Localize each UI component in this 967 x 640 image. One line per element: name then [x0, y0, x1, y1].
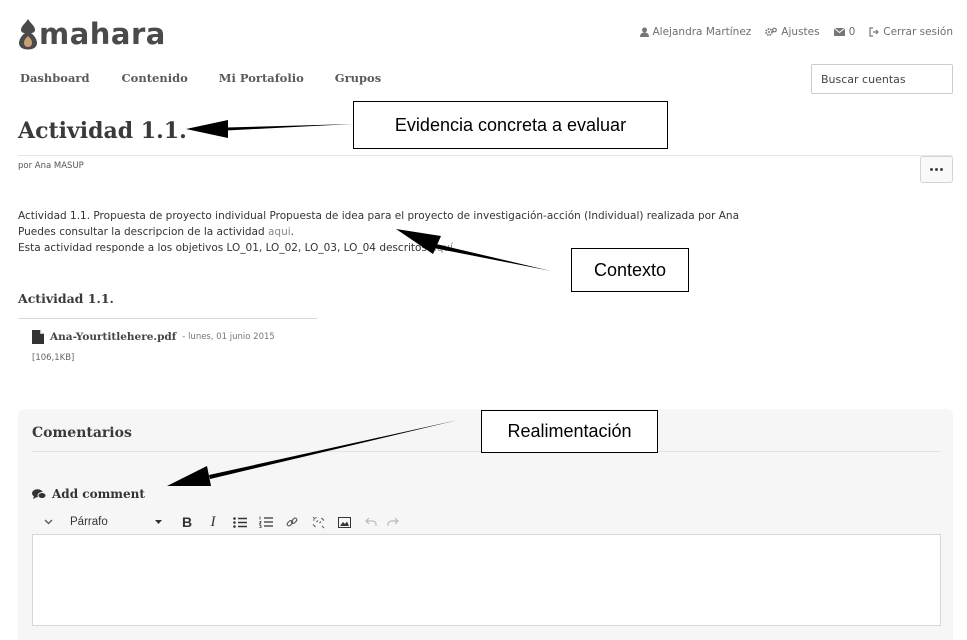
logo-text: mahara	[39, 17, 166, 51]
file-icon	[32, 330, 44, 344]
more-options-button[interactable]	[920, 156, 953, 183]
user-name: Alejandra Martínez	[652, 26, 752, 38]
numbered-list-icon	[259, 516, 273, 528]
inbox-count: 0	[848, 26, 856, 38]
annotation-context: Contexto	[571, 248, 689, 292]
file-name-link[interactable]: Ana-Yourtitlehere.pdf	[50, 331, 176, 343]
evidence-arrow	[186, 120, 353, 138]
annotation-feedback: Realimentación	[481, 410, 658, 453]
logout-link[interactable]: Cerrar sesión	[869, 26, 953, 38]
toolbar-toggle-button[interactable]	[42, 519, 54, 525]
byline-author[interactable]: Ana MASUP	[35, 161, 84, 171]
comment-editor-textarea[interactable]	[32, 534, 941, 626]
inbox-link[interactable]: 0	[833, 26, 856, 38]
chevron-down-icon	[44, 519, 52, 525]
undo-icon	[365, 517, 377, 526]
nav-mi-portafolio[interactable]: Mi Portafolio	[219, 71, 304, 85]
comments-title: Comentarios	[32, 425, 132, 441]
envelope-icon	[833, 28, 845, 36]
description-text: .	[452, 242, 457, 254]
user-menu: Alejandra Martínez Ajustes 0 Cerrar sesi…	[639, 26, 953, 38]
section-divider	[18, 318, 317, 319]
bullet-list-button[interactable]	[232, 516, 248, 528]
logo-drop-icon	[18, 18, 38, 50]
file-size: [106,1KB]	[32, 353, 75, 363]
activity-description-link[interactable]: aqui	[268, 226, 291, 238]
description-line: Puedes consultar la descripcion de la ac…	[18, 224, 739, 240]
nav-grupos[interactable]: Grupos	[335, 71, 381, 85]
logo[interactable]: mahara	[18, 14, 166, 50]
logout-label: Cerrar sesión	[883, 26, 953, 38]
redo-icon	[387, 517, 399, 526]
numbered-list-button[interactable]	[258, 516, 274, 528]
settings-label: Ajustes	[781, 26, 820, 38]
user-profile-link[interactable]: Alejandra Martínez	[639, 26, 752, 38]
description-text: Puedes consultar la descripcion de la ac…	[18, 226, 268, 238]
editor-toolbar: Párrafo B I	[42, 512, 400, 532]
top-bar: mahara Alejandra Martínez Ajustes 0 Cerr…	[0, 0, 967, 62]
gears-icon	[765, 27, 778, 36]
description-line: Actividad 1.1. Propuesta de proyecto ind…	[18, 210, 740, 222]
user-icon	[639, 27, 649, 37]
attachment-section-title: Actividad 1.1.	[18, 291, 114, 306]
caret-down-icon	[155, 520, 162, 524]
title-divider	[18, 155, 953, 156]
objectives-link[interactable]: aquí	[430, 242, 453, 254]
redo-button[interactable]	[386, 517, 400, 527]
add-comment-label: Add comment	[52, 487, 145, 501]
file-date: - lunes, 01 junio 2015	[182, 332, 275, 342]
page-title: Actividad 1.1.	[18, 118, 187, 144]
undo-button[interactable]	[364, 517, 378, 527]
file-item: Ana-Yourtitlehere.pdf - lunes, 01 junio …	[32, 330, 275, 344]
dot-icon	[935, 168, 938, 171]
insert-link-button[interactable]	[284, 516, 300, 528]
search-accounts-input[interactable]	[811, 64, 953, 94]
link-icon	[286, 517, 298, 527]
italic-button[interactable]: I	[206, 514, 220, 531]
remove-link-button[interactable]	[310, 516, 326, 529]
image-icon	[337, 516, 351, 528]
description-text: .	[290, 226, 295, 238]
bullet-list-icon	[233, 516, 247, 528]
dot-icon	[940, 168, 943, 171]
byline: por Ana MASUP	[18, 161, 84, 171]
main-nav: Dashboard Contenido Mi Portafolio Grupos	[20, 71, 381, 85]
annotation-evidence: Evidencia concreta a evaluar	[353, 101, 668, 149]
byline-prefix: por	[18, 161, 35, 171]
nav-dashboard[interactable]: Dashboard	[20, 71, 90, 85]
bold-button[interactable]: B	[180, 514, 194, 530]
paragraph-format-select[interactable]: Párrafo	[70, 516, 162, 528]
sign-out-icon	[869, 27, 880, 37]
settings-link[interactable]: Ajustes	[765, 26, 820, 38]
format-select-value: Párrafo	[70, 516, 108, 528]
unlink-icon	[312, 516, 324, 528]
insert-image-button[interactable]	[336, 516, 352, 528]
description-text: Esta actividad responde a los objetivos …	[18, 242, 431, 254]
add-comment-toggle[interactable]: Add comment	[32, 487, 145, 501]
comments-icon	[32, 488, 46, 499]
dot-icon	[930, 168, 933, 171]
nav-contenido[interactable]: Contenido	[122, 71, 188, 85]
